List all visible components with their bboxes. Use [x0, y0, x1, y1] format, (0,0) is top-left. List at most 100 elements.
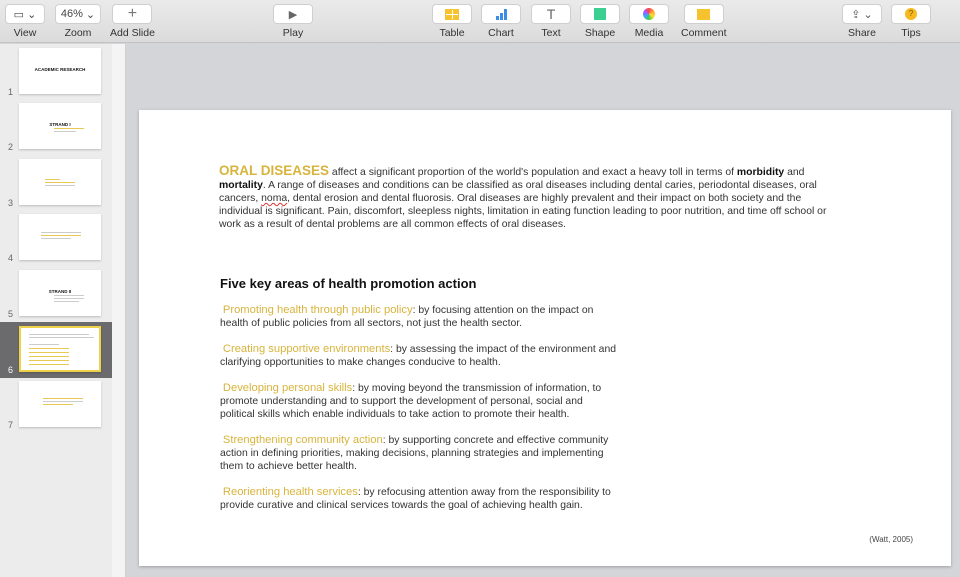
- intro-lead: ORAL DISEASES: [219, 163, 330, 178]
- health-promotion-area[interactable]: Creating supportive environments: by ass…: [220, 343, 620, 369]
- view-button[interactable]: ▭ ⌄ View: [5, 4, 45, 39]
- slide-number: 2: [8, 142, 14, 152]
- play-icon: ▶: [273, 4, 313, 24]
- thumbnail-title: ACADEMIC RESEARCH: [34, 67, 86, 72]
- thumbnail-text-line: [41, 232, 81, 233]
- area-title: Strengthening community action: [222, 434, 383, 446]
- slide-number: 5: [8, 309, 14, 319]
- add-slide-button[interactable]: + Add Slide: [110, 4, 155, 39]
- intro-text: , dental erosion and dental fluorosis. O…: [219, 193, 827, 230]
- thumbnail-text-line: [41, 238, 71, 239]
- play-label: Play: [282, 27, 304, 39]
- slide-number: 1: [8, 87, 14, 97]
- help-icon: ?: [891, 4, 931, 24]
- slide-thumbnail-5[interactable]: STRAND II 5: [0, 266, 112, 322]
- thumbnail-preview: [19, 381, 101, 427]
- thumbnail-text-line: [54, 298, 84, 299]
- zoom-value: 46%: [60, 8, 83, 20]
- thumbnail-text-line: [43, 398, 83, 399]
- slide-thumbnail-2[interactable]: STRAND I 2: [0, 99, 112, 155]
- thumbnail-preview: [19, 326, 101, 372]
- share-label: Share: [847, 27, 877, 39]
- area-title: Promoting health through public policy: [222, 304, 413, 316]
- thumbnail-text-line: [45, 185, 75, 186]
- thumbnail-title: STRAND I: [49, 122, 71, 127]
- play-button[interactable]: ▶ Play: [273, 4, 313, 39]
- bold-morbidity: morbidity: [736, 167, 785, 178]
- text-button[interactable]: T Text: [531, 4, 571, 39]
- thumbnail-text-line: [54, 295, 84, 296]
- section-heading[interactable]: Five key areas of health promotion actio…: [220, 276, 476, 291]
- slide-number: 7: [8, 420, 14, 430]
- intro-text: and: [784, 167, 805, 178]
- zoom-label: Zoom: [64, 27, 92, 39]
- media-button[interactable]: Media: [629, 4, 669, 39]
- thumbnail-preview: [19, 159, 101, 205]
- shape-button[interactable]: Shape: [580, 4, 620, 39]
- chart-button[interactable]: Chart: [481, 4, 521, 39]
- media-label: Media: [634, 27, 664, 39]
- intro-paragraph[interactable]: ORAL DISEASES affect a significant propo…: [219, 164, 829, 231]
- navigator-scroll-area[interactable]: [112, 44, 126, 577]
- thumbnail-text-line: [29, 344, 59, 345]
- comment-label: Comment: [681, 27, 727, 39]
- photos-icon: [629, 4, 669, 24]
- slide-canvas[interactable]: ORAL DISEASES affect a significant propo…: [139, 110, 951, 566]
- thumbnail-title: STRAND II: [48, 289, 72, 294]
- slide-thumbnail-7[interactable]: 7: [0, 377, 112, 433]
- table-icon: [432, 4, 472, 24]
- thumbnail-preview: STRAND II: [19, 270, 101, 316]
- thumbnail-text-line: [29, 348, 69, 349]
- intro-text: affect a significant proportion of the w…: [329, 167, 737, 178]
- thumbnail-text-line: [29, 337, 94, 338]
- shape-icon: [580, 4, 620, 24]
- thumbnail-preview: ACADEMIC RESEARCH: [19, 48, 101, 94]
- table-button[interactable]: Table: [432, 4, 472, 39]
- thumbnail-text-line: [45, 179, 60, 180]
- bold-mortality: mortality: [219, 180, 263, 191]
- slide-number: 3: [8, 198, 14, 208]
- sidebar-view-icon: ▭ ⌄: [5, 4, 45, 24]
- comment-button[interactable]: Comment: [681, 4, 727, 39]
- thumbnail-text-line: [54, 131, 76, 132]
- view-label: View: [13, 27, 37, 39]
- text-icon: T: [531, 4, 571, 24]
- citation[interactable]: (Watt, 2005): [869, 535, 913, 544]
- thumbnail-text-line: [54, 128, 84, 129]
- health-promotion-area[interactable]: Strengthening community action: by suppo…: [220, 434, 620, 473]
- slide-number: 4: [8, 253, 14, 263]
- health-promotion-area[interactable]: Promoting health through public policy: …: [220, 304, 620, 330]
- thumbnail-text-line: [43, 404, 73, 405]
- slide-thumbnail-1[interactable]: ACADEMIC RESEARCH 1: [0, 44, 112, 100]
- text-label: Text: [541, 27, 561, 39]
- chart-label: Chart: [488, 27, 514, 39]
- tips-button[interactable]: ? Tips: [891, 4, 931, 39]
- share-icon: ⇪ ⌄: [842, 4, 882, 24]
- share-button[interactable]: ⇪ ⌄ Share: [842, 4, 882, 39]
- comment-icon: [683, 4, 724, 24]
- slide-thumbnail-4[interactable]: 4: [0, 210, 112, 266]
- thumbnail-text-line: [29, 356, 69, 357]
- area-title: Creating supportive environments: [222, 343, 391, 355]
- zoom-select[interactable]: 46% ⌄: [55, 4, 101, 24]
- misspelled-word: noma: [261, 193, 288, 204]
- toolbar: ▭ ⌄ View 46% ⌄ Zoom + Add Slide ▶ Play Table…: [0, 0, 960, 43]
- thumbnail-preview: STRAND I: [19, 103, 101, 149]
- thumbnail-preview: [19, 214, 101, 260]
- thumbnail-text-line: [43, 401, 83, 402]
- add-slide-label: Add Slide: [110, 27, 155, 39]
- thumbnail-text-line: [29, 360, 69, 361]
- health-promotion-area[interactable]: Reorienting health services: by refocusi…: [220, 486, 620, 512]
- zoom-button[interactable]: 46% ⌄ Zoom: [55, 4, 101, 39]
- health-promotion-area[interactable]: Developing personal skills: by moving be…: [220, 382, 620, 421]
- thumbnail-text-line: [45, 182, 75, 183]
- table-label: Table: [439, 27, 465, 39]
- slide-thumbnail-3[interactable]: 3: [0, 155, 112, 211]
- thumbnail-text-line: [29, 334, 89, 335]
- shape-label: Shape: [584, 27, 616, 39]
- thumbnail-text-line: [54, 301, 79, 302]
- chart-icon: [481, 4, 521, 24]
- area-title: Reorienting health services: [222, 486, 358, 498]
- thumbnail-text-line: [29, 352, 69, 353]
- slide-thumbnail-6[interactable]: 6: [0, 322, 112, 378]
